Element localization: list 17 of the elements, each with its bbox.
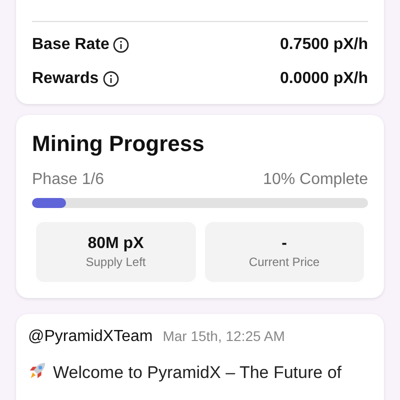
rate-label: Base Rate (32, 36, 110, 54)
rate-value: 0.7500 pX/h (280, 36, 368, 54)
post-time: Mar 15th, 12:25 AM (162, 328, 285, 344)
stat-label: Current Price (248, 255, 320, 269)
info-icon[interactable] (113, 37, 130, 53)
stat-value: - (282, 235, 287, 253)
stat-value: 80M pX (88, 235, 144, 253)
completion-label: 10% Complete (263, 171, 368, 189)
rocket-icon (28, 361, 47, 380)
author-handle[interactable]: @PyramidXTeam (28, 328, 153, 346)
rate-value: 0.0000 pX/h (280, 70, 368, 88)
card-title: Mining Progress (32, 131, 206, 157)
post-text: Welcome to PyramidX – The Future of (53, 362, 342, 384)
phase-label: Phase 1/6 (32, 171, 104, 189)
info-icon[interactable] (102, 71, 119, 87)
rate-label: Rewards (32, 70, 99, 88)
stat-label: Supply Left (86, 255, 146, 269)
